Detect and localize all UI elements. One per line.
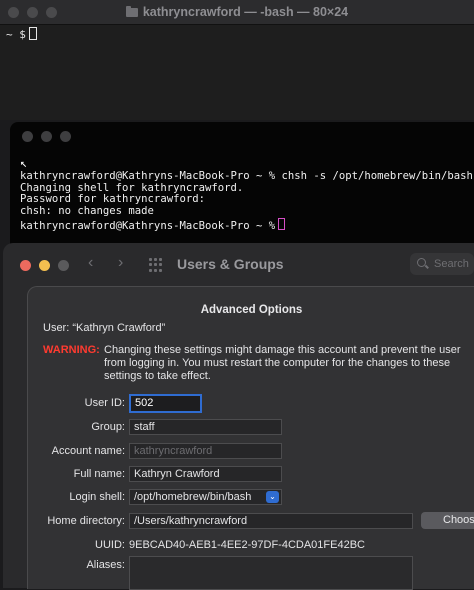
folder-icon (125, 6, 138, 17)
forward-chevron-icon[interactable]: › (118, 254, 123, 272)
warning-label: WARNING: (43, 344, 100, 356)
terminal-title: kathryncrawford — -bash — 80×24 (0, 5, 474, 19)
terminal-cursor (28, 27, 37, 40)
grid-icon[interactable] (149, 258, 163, 272)
terminal-cursor (278, 217, 286, 230)
sheet-title: Advanced Options (200, 304, 303, 316)
terminal-prompt: ~ $ (6, 28, 26, 41)
window-title: Users & Groups (177, 256, 284, 272)
terminal-output[interactable]: ↖ kathryncrawford@Kathryns-MacBook-Pro ~… (20, 156, 473, 233)
terminal-line: kathryncrawford@Kathryns-MacBook-Pro ~ % (20, 219, 276, 232)
terminal-line: kathryncrawford@Kathryns-MacBook-Pro ~ %… (20, 169, 473, 182)
full-name-label: Full name: (73, 468, 125, 480)
user-name-line: User: “Kathryn Crawford” (43, 322, 166, 334)
account-name-field: kathryncrawford (129, 443, 282, 459)
minimize-button[interactable] (39, 260, 50, 271)
group-label: Group: (91, 421, 125, 433)
account-name-label: Account name: (51, 445, 125, 457)
home-directory-field[interactable]: /Users/kathryncrawford (129, 513, 413, 529)
login-shell-value: /opt/homebrew/bin/bash (134, 491, 252, 503)
close-button[interactable] (20, 260, 31, 271)
uuid-label: UUID: (95, 539, 125, 551)
terminal-prompt-line[interactable]: ~ $ (6, 27, 37, 41)
search-icon (417, 258, 426, 267)
terminal-line: Changing shell for kathryncrawford. (20, 181, 244, 194)
terminal-line: Password for kathryncrawford: (20, 193, 205, 206)
mouse-pointer-icon: ↖ (20, 156, 28, 170)
zoom-button[interactable] (58, 260, 69, 271)
terminal-window-back[interactable]: kathryncrawford — -bash — 80×24 ~ $ (0, 0, 474, 120)
login-shell-label: Login shell: (69, 491, 125, 503)
aliases-label: Aliases: (86, 559, 125, 571)
minimize-button[interactable] (41, 131, 52, 142)
choose-button[interactable]: Choos (421, 512, 474, 529)
user-id-label: User ID: (84, 397, 125, 409)
search-field[interactable]: Search (410, 253, 474, 275)
group-field[interactable]: staff (129, 419, 282, 435)
chevron-down-icon: ⌄ (266, 491, 279, 503)
warning-text: Changing these settings might damage thi… (104, 344, 461, 382)
terminal-titlebar[interactable]: kathryncrawford — -bash — 80×24 (0, 0, 474, 25)
login-shell-select[interactable]: /opt/homebrew/bin/bash ⌄ (129, 489, 282, 505)
zoom-button[interactable] (60, 131, 71, 142)
back-chevron-icon[interactable]: ‹ (88, 254, 93, 272)
advanced-options-sheet[interactable]: Advanced Options User: “Kathryn Crawford… (27, 286, 474, 590)
aliases-list[interactable] (129, 556, 413, 590)
full-name-field[interactable]: Kathryn Crawford (129, 466, 282, 482)
search-placeholder: Search (434, 258, 469, 270)
window-controls (22, 131, 71, 142)
window-controls (20, 260, 69, 271)
uuid-value: 9EBCAD40-AEB1-4EE2-97DF-4CDA01FE42BC (129, 539, 365, 551)
close-button[interactable] (22, 131, 33, 142)
home-directory-label: Home directory: (47, 515, 125, 527)
terminal-line: chsh: no changes made (20, 205, 154, 218)
terminal-window-front[interactable]: ↖ kathryncrawford@Kathryns-MacBook-Pro ~… (10, 122, 474, 252)
user-id-field[interactable]: 502 (129, 394, 202, 413)
